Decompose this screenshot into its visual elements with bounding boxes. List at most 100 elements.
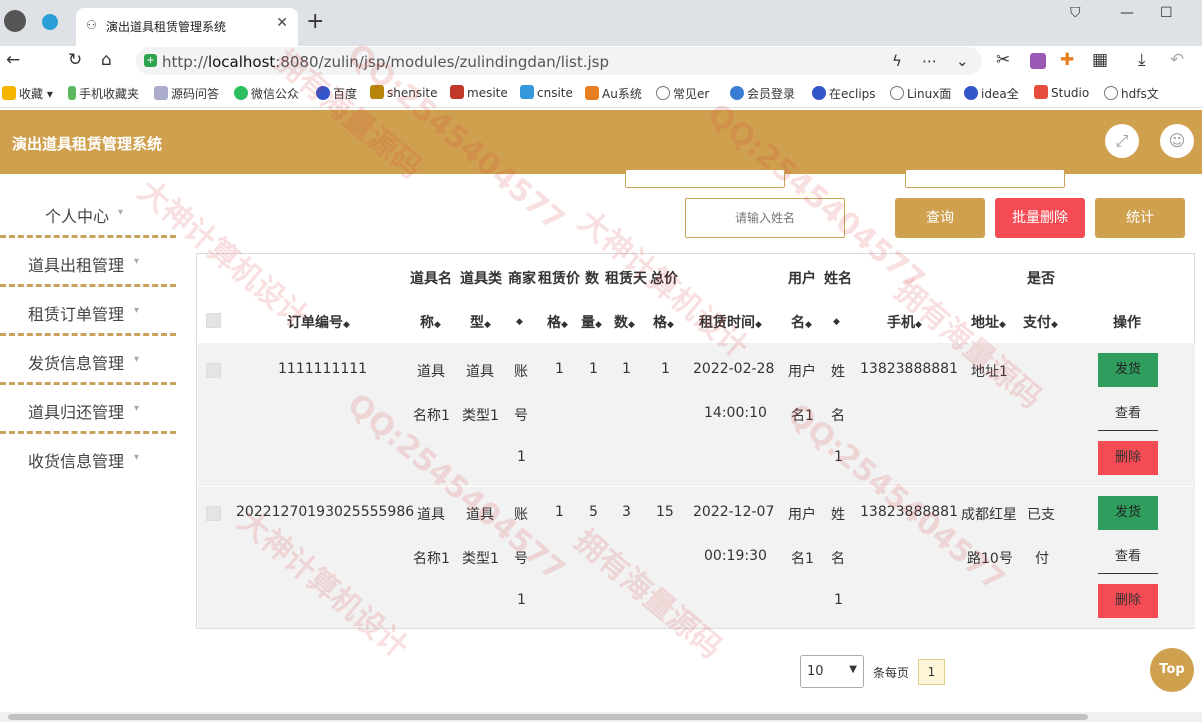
row-checkbox[interactable] [206, 363, 221, 378]
back-icon[interactable]: ← [6, 50, 20, 70]
header-days-2[interactable]: 数◆ [614, 312, 635, 332]
merchant: 号 [514, 551, 528, 567]
telegram-icon[interactable] [42, 14, 58, 30]
reload-icon[interactable]: ↻ [68, 50, 82, 70]
delete-button[interactable]: 删除 [1098, 441, 1158, 475]
scissors-icon[interactable]: ✂ [996, 50, 1010, 70]
qty: 5 [589, 504, 598, 520]
gamepad-icon[interactable]: ✚ [1060, 50, 1074, 70]
page-number-button[interactable]: 1 [918, 659, 945, 685]
merchant: 账 [514, 364, 528, 380]
minimize-icon[interactable]: — [1120, 5, 1134, 21]
merchant: 号 [514, 408, 528, 424]
home-icon[interactable]: ⌂ [101, 50, 112, 70]
more-icon[interactable]: ⋯ [922, 52, 937, 70]
header-phone[interactable]: 手机◆ [887, 312, 922, 332]
sidebar-item-rental-orders[interactable]: 租赁订单管理 ▾ [0, 287, 176, 336]
header-prop-name-2[interactable]: 称◆ [420, 312, 441, 332]
fullscreen-icon[interactable]: ⤢ [1105, 124, 1139, 158]
bookmark-item[interactable]: 百度 [316, 85, 357, 102]
header-username-2[interactable]: 名◆ [791, 312, 812, 332]
header-rent-time[interactable]: 租赁时间◆ [699, 312, 762, 332]
customer-name: 姓 [831, 507, 845, 523]
rent-time: 14:00:10 [704, 405, 767, 421]
bookmark-item[interactable]: shensite [370, 85, 438, 100]
header-prop-type: 道具类 [460, 271, 502, 287]
page-size-select[interactable]: 10 ▼ [800, 655, 864, 688]
sidebar-item-prop-rental[interactable]: 道具出租管理 ▾ [0, 238, 176, 287]
days: 1 [622, 361, 631, 377]
row-checkbox[interactable] [206, 506, 221, 521]
bookmark-item[interactable]: Linux面 [890, 85, 951, 102]
horizontal-scrollbar[interactable] [0, 712, 1202, 722]
query-button[interactable]: 查询 [895, 198, 985, 238]
prop-name: 道具 [417, 364, 445, 380]
header-prop-type-2[interactable]: 型◆ [470, 312, 491, 332]
incognito-icon [4, 10, 26, 32]
view-button[interactable]: 查看 [1098, 540, 1158, 574]
select-all-checkbox[interactable] [206, 313, 221, 328]
address: 地址1 [971, 364, 1008, 380]
bookmark-item[interactable]: 手机收藏夹 [68, 85, 139, 102]
stats-button[interactable]: 统计 [1095, 198, 1185, 238]
header-qty-2[interactable]: 量◆ [581, 312, 602, 332]
back-to-top-button[interactable]: Top [1150, 648, 1194, 692]
filter-input-partial[interactable] [625, 170, 785, 188]
tab-close-icon[interactable]: ✕ [276, 15, 288, 31]
delete-button[interactable]: 删除 [1098, 584, 1158, 618]
sidebar-item-receiving[interactable]: 收货信息管理 ▾ [0, 434, 176, 483]
sidebar-item-personal-center[interactable]: 个人中心 ▾ [0, 189, 176, 238]
batch-delete-button[interactable]: 批量删除 [995, 198, 1085, 238]
header-price-2[interactable]: 格◆ [547, 312, 568, 332]
lightning-icon[interactable]: ϟ [892, 52, 902, 70]
view-button[interactable]: 查看 [1098, 397, 1158, 431]
bookmark-item[interactable]: cnsite [520, 85, 573, 100]
bookmark-item[interactable]: 微信公众 [234, 85, 299, 102]
translate-icon[interactable] [1030, 53, 1046, 69]
scrollbar-thumb[interactable] [8, 714, 1088, 720]
bookmark-item[interactable]: hdfs文 [1104, 85, 1159, 102]
bookmark-item[interactable]: Au系统 [585, 85, 642, 102]
user-avatar-icon[interactable]: ☺ [1160, 124, 1194, 158]
customer-name: 姓 [831, 364, 845, 380]
bookmark-item[interactable]: 在eclips [812, 85, 876, 102]
header-name: 姓名 [824, 271, 852, 287]
header-merchant-2[interactable]: ◆ [516, 312, 523, 328]
sidebar: 个人中心 ▾ 道具出租管理 ▾ 租赁订单管理 ▾ 发货信息管理 ▾ 道具归还管理… [0, 174, 176, 694]
header-name-2[interactable]: ◆ [833, 312, 840, 328]
ship-button[interactable]: 发货 [1098, 353, 1158, 387]
maximize-icon[interactable]: ☐ [1160, 5, 1173, 21]
filter-input-partial[interactable] [905, 170, 1065, 188]
username: 名1 [791, 551, 814, 567]
tab-favicon-icon: ⚇ [86, 18, 97, 32]
bookmark-item[interactable]: 常见er [656, 85, 709, 102]
customer-name: 1 [834, 592, 843, 608]
bookmark-item[interactable]: idea全 [964, 85, 1019, 102]
browser-tab-active[interactable]: ⚇ 演出道具租赁管理系统 ✕ [76, 8, 298, 46]
header-ops: 操作 [1113, 315, 1141, 331]
per-page-label: 条每页 [873, 666, 910, 680]
header-total-2[interactable]: 格◆ [653, 312, 674, 332]
header-address[interactable]: 地址◆ [971, 312, 1006, 332]
order-no: 1111111111 [278, 361, 368, 377]
header-paid-2[interactable]: 支付◆ [1023, 312, 1058, 332]
sidebar-item-shipping[interactable]: 发货信息管理 ▾ [0, 336, 176, 385]
bookmark-item[interactable]: mesite [450, 85, 508, 100]
ship-button[interactable]: 发货 [1098, 496, 1158, 530]
header-order-no[interactable]: 订单编号◆ [287, 312, 350, 332]
download-icon[interactable]: ⤓ [1138, 50, 1146, 70]
bookmark-item[interactable]: 会员登录 [730, 85, 795, 102]
chevron-down-icon[interactable]: ⌄ [956, 52, 969, 70]
collections-icon[interactable]: ⛉ [1070, 5, 1081, 21]
address-bar[interactable]: + http://localhost:8080/zulin/jsp/module… [136, 47, 982, 75]
username: 用户 [788, 507, 816, 523]
name-search-input[interactable] [685, 198, 845, 238]
apps-icon[interactable]: ▦ [1092, 50, 1108, 70]
bookmark-item[interactable]: Studio [1034, 85, 1089, 100]
new-tab-icon[interactable]: + [306, 9, 324, 34]
site-info-icon[interactable]: + [144, 54, 157, 67]
bookmark-item[interactable]: 收藏 ▾ [2, 85, 53, 102]
bookmark-item[interactable]: 源码问答 [154, 85, 219, 102]
sidebar-item-prop-return[interactable]: 道具归还管理 ▾ [0, 385, 176, 434]
undo-icon[interactable]: ↶ [1170, 50, 1184, 70]
